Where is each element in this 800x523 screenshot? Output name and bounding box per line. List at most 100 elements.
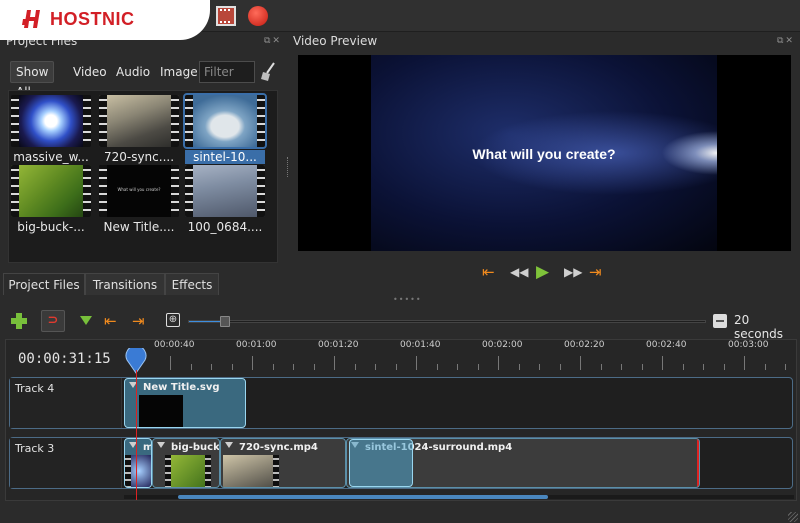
file-thumbnail <box>183 93 267 149</box>
hostnic-logo: HOSTNIC <box>0 0 210 40</box>
snap-magnet-button[interactable]: ⊃ <box>41 310 65 332</box>
preview-caption: What will you create? <box>472 146 616 162</box>
project-files-list[interactable]: massive_w... 720-sync.... sintel-10... b… <box>8 90 278 263</box>
clip-menu-icon[interactable] <box>157 442 165 448</box>
image-filter-button[interactable]: Image <box>155 61 203 83</box>
audio-filter-button[interactable]: Audio <box>111 61 155 83</box>
panel-splitter-horizontal[interactable]: ••••• <box>393 295 422 304</box>
ruler-tick <box>765 364 766 370</box>
ruler-label: 00:00:40 <box>154 340 195 350</box>
jump-start-icon[interactable]: ⇤ <box>482 262 495 282</box>
ruler-tick <box>580 356 581 370</box>
ruler-tick <box>785 364 786 370</box>
ruler-tick <box>601 364 602 370</box>
track-row[interactable]: Track 4 New Title.svg <box>9 377 793 429</box>
zoom-slider-handle[interactable] <box>220 316 230 327</box>
video-filter-button[interactable]: Video <box>68 61 112 83</box>
ruler-tick <box>396 364 397 370</box>
clip-end-marker <box>697 439 699 487</box>
clip-thumbnail <box>349 439 413 487</box>
ruler-label: 00:03:00 <box>728 340 769 350</box>
ruler-tick <box>334 356 335 370</box>
timeline-scrollbar[interactable] <box>124 495 794 499</box>
clip-thumbnail <box>139 395 183 427</box>
zoom-label: 20 seconds <box>734 313 784 341</box>
video-preview-title: Video Preview <box>293 34 378 48</box>
filter-input[interactable]: Filter <box>199 61 255 83</box>
play-icon[interactable]: ▶ <box>536 262 549 282</box>
file-item-selected[interactable]: sintel-10... <box>183 93 267 165</box>
timeline-clip[interactable]: 720-sync.mp4 <box>220 438 346 488</box>
ruler-tick <box>170 356 171 370</box>
thumb-caption: What will you create? <box>117 187 161 192</box>
timeline-clip[interactable]: big-buck- <box>152 438 220 488</box>
timeline-scrollbar-thumb[interactable] <box>178 495 548 499</box>
ruler-tick <box>744 356 745 370</box>
export-film-icon[interactable] <box>216 6 236 26</box>
ruler-label: 00:02:00 <box>482 340 523 350</box>
clip-menu-icon[interactable] <box>225 442 233 448</box>
fast-forward-icon[interactable]: ▶▶ <box>564 262 582 282</box>
preview-float-close-icons[interactable]: ⧉✕ <box>777 36 797 46</box>
panel-splitter-vertical[interactable] <box>287 157 290 177</box>
ruler-tick <box>621 364 622 370</box>
file-item[interactable]: 720-sync.... <box>99 95 181 165</box>
track-row[interactable]: Track 3 m big-buck- 720-sync.mp4 sintel-… <box>9 437 793 489</box>
file-label: New Title.... <box>103 220 175 234</box>
ruler-tick <box>457 364 458 370</box>
ruler-tick <box>252 356 253 370</box>
previous-marker-icon[interactable]: ⇤ <box>104 313 117 329</box>
ruler-tick <box>662 356 663 370</box>
window-resize-grip[interactable] <box>788 512 798 522</box>
clip-title: 720-sync.mp4 <box>239 442 318 453</box>
ruler-tick <box>498 356 499 370</box>
clip-thumbnail <box>165 455 211 487</box>
ruler-tick <box>437 364 438 370</box>
file-item[interactable]: massive_w... <box>11 95 93 165</box>
file-item[interactable]: What will you create? New Title.... <box>99 165 181 235</box>
timeline-clip[interactable]: sintel-1024-surround.mp4 <box>346 438 700 488</box>
rewind-icon[interactable]: ◀◀ <box>510 262 528 282</box>
file-thumbnail <box>11 95 91 147</box>
clear-filter-broom-icon[interactable] <box>260 61 276 83</box>
jump-end-icon[interactable]: ⇥ <box>589 262 602 282</box>
preview-frame: What will you create? <box>371 55 717 251</box>
track-header[interactable]: Track 3 <box>10 438 122 488</box>
tab-effects[interactable]: Effects <box>165 273 219 295</box>
file-item[interactable]: 100_0684.... <box>185 165 267 235</box>
record-icon[interactable] <box>248 6 268 26</box>
ruler-label: 00:01:40 <box>400 340 441 350</box>
panel-float-close-icons[interactable]: ⧉✕ <box>264 36 284 46</box>
ruler-tick <box>642 364 643 370</box>
track-name: Track 4 <box>15 382 55 395</box>
tab-project-files[interactable]: Project Files <box>3 273 85 295</box>
timeline-clip[interactable]: New Title.svg <box>124 378 246 428</box>
file-thumbnail: What will you create? <box>99 165 179 217</box>
file-thumbnail <box>99 95 179 147</box>
next-marker-icon[interactable]: ⇥ <box>132 313 145 329</box>
timecode-display: 00:00:31:15 <box>18 351 111 367</box>
timeline-clip[interactable]: m <box>124 438 152 488</box>
file-thumbnail <box>185 165 265 217</box>
timeline[interactable]: 00:00:31:15 00:00:40 00:01:00 00:01:20 0… <box>5 339 797 501</box>
track-header[interactable]: Track 4 <box>10 378 122 428</box>
tab-transitions[interactable]: Transitions <box>85 273 165 295</box>
ruler-tick <box>416 356 417 370</box>
file-label: 100_0684.... <box>187 220 263 234</box>
file-label: 720-sync.... <box>103 150 175 164</box>
ruler-tick <box>355 364 356 370</box>
track-name: Track 3 <box>15 442 55 455</box>
ruler-tick <box>375 364 376 370</box>
file-item[interactable]: big-buck-... <box>11 165 93 235</box>
add-track-icon[interactable] <box>11 313 27 329</box>
ruler-tick <box>703 364 704 370</box>
clip-title: big-buck- <box>171 442 220 453</box>
ruler-tick <box>724 364 725 370</box>
zoom-slider[interactable] <box>188 316 706 327</box>
logo-text: HOSTNIC <box>50 9 135 29</box>
show-all-button[interactable]: Show All <box>10 61 55 99</box>
zoom-out-icon[interactable] <box>713 314 727 328</box>
zoom-center-icon[interactable]: ⊕ <box>166 313 180 327</box>
add-marker-icon[interactable] <box>80 316 92 325</box>
clip-thumbnail <box>223 455 279 487</box>
